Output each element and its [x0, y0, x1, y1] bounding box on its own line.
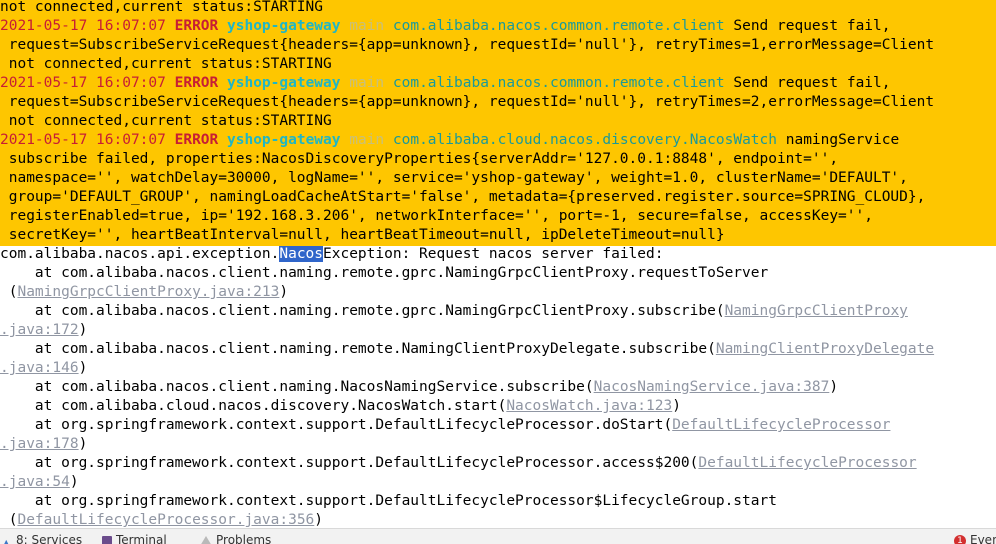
log-text: secretKey='', heartBeatInterval=null, he…: [0, 227, 725, 243]
log-line: secretKey='', heartBeatInterval=null, he…: [0, 226, 996, 245]
stack-frame-cont: .java:54): [0, 473, 996, 492]
stack-text: ): [279, 284, 288, 300]
log-text: subscribe failed, properties:NacosDiscov…: [0, 151, 838, 167]
log-text: not connected,current status:STARTING: [0, 113, 332, 129]
stack-text: ): [79, 322, 88, 338]
source-link[interactable]: .java:146: [0, 360, 79, 376]
log-level: ERROR: [175, 132, 219, 148]
log-message: namingService: [777, 132, 899, 148]
exception-text: Exception: Request nacos server failed:: [323, 246, 663, 262]
exception-line: com.alibaba.nacos.api.exception.NacosExc…: [0, 245, 996, 264]
log-entry-3: 2021-05-17 16:07:07 ERROR yshop-gateway …: [0, 131, 996, 150]
log-thread: main: [349, 132, 384, 148]
stack-frame: at org.springframework.context.support.D…: [0, 492, 996, 511]
source-link[interactable]: DefaultLifecycleProcessor: [698, 455, 916, 471]
stack-text: ): [829, 379, 838, 395]
source-link[interactable]: NamingGrpcClientProxy.java:213: [17, 284, 279, 300]
stack-text: ): [314, 512, 323, 528]
stack-frame: at org.springframework.context.support.D…: [0, 454, 996, 473]
stack-text: ): [70, 474, 79, 490]
source-link[interactable]: .java:54: [0, 474, 70, 490]
log-thread: main: [349, 75, 384, 91]
log-timestamp: 2021-05-17 16:07:07: [0, 18, 166, 34]
source-link[interactable]: NacosWatch.java:123: [506, 398, 672, 414]
services-label: 8: Services: [16, 533, 82, 544]
stack-frame: at com.alibaba.cloud.nacos.discovery.Nac…: [0, 397, 996, 416]
problems-label: Problems: [216, 533, 271, 544]
log-line: not connected,current status:STARTING: [0, 112, 996, 131]
log-timestamp: 2021-05-17 16:07:07: [0, 132, 166, 148]
stack-text: at com.alibaba.nacos.client.naming.remot…: [0, 303, 725, 319]
log-line: not connected,current status:STARTING: [0, 55, 996, 74]
source-link[interactable]: DefaultLifecycleProcessor.java:356: [17, 512, 314, 528]
log-logger: com.alibaba.nacos.common.remote.client: [393, 18, 725, 34]
stack-frame: at com.alibaba.nacos.client.naming.remot…: [0, 302, 996, 321]
tool-window-bar: ▲ 8: Services Terminal Problems 1 Even: [0, 528, 996, 544]
source-link[interactable]: DefaultLifecycleProcessor: [672, 417, 890, 433]
stack-frame-cont: .java:146): [0, 359, 996, 378]
log-text: registerEnabled=true, ip='192.168.3.206'…: [0, 208, 873, 224]
log-level: ERROR: [175, 18, 219, 34]
run-console[interactable]: not connected,current status:STARTING 20…: [0, 0, 996, 528]
log-line: subscribe failed, properties:NacosDiscov…: [0, 150, 996, 169]
stack-frame: at com.alibaba.nacos.client.naming.Nacos…: [0, 378, 996, 397]
log-text: request=SubscribeServiceRequest{headers=…: [0, 37, 934, 53]
log-logger: com.alibaba.nacos.common.remote.client: [393, 75, 725, 91]
stack-text: at org.springframework.context.support.D…: [0, 455, 698, 471]
stack-text: (: [0, 284, 17, 300]
log-message: Send request fail,: [725, 18, 891, 34]
services-tab[interactable]: ▲ 8: Services: [2, 533, 82, 544]
log-line: request=SubscribeServiceRequest{headers=…: [0, 36, 996, 55]
stack-text: ): [672, 398, 681, 414]
log-entry-2: 2021-05-17 16:07:07 ERROR yshop-gateway …: [0, 74, 996, 93]
stack-text: at com.alibaba.nacos.client.naming.remot…: [0, 341, 716, 357]
log-line: request=SubscribeServiceRequest{headers=…: [0, 93, 996, 112]
log-text: not connected,current status:STARTING: [0, 56, 332, 72]
log-level: ERROR: [175, 75, 219, 91]
log-thread: main: [349, 18, 384, 34]
stack-frame-cont: .java:172): [0, 321, 996, 340]
log-text: request=SubscribeServiceRequest{headers=…: [0, 94, 934, 110]
stack-text: at com.alibaba.nacos.client.naming.remot…: [0, 265, 768, 281]
stack-text: at org.springframework.context.support.D…: [0, 493, 777, 509]
log-text: group='DEFAULT_GROUP', namingLoadCacheAt…: [0, 189, 925, 205]
source-link[interactable]: .java:178: [0, 436, 79, 452]
stack-text: at org.springframework.context.support.D…: [0, 417, 672, 433]
log-logger: com.alibaba.cloud.nacos.discovery.NacosW…: [393, 132, 777, 148]
log-timestamp: 2021-05-17 16:07:07: [0, 75, 166, 91]
stack-frame: at com.alibaba.nacos.client.naming.remot…: [0, 340, 996, 359]
log-app-name: yshop-gateway: [227, 132, 341, 148]
stack-text: at com.alibaba.cloud.nacos.discovery.Nac…: [0, 398, 506, 414]
log-line: registerEnabled=true, ip='192.168.3.206'…: [0, 207, 996, 226]
source-link[interactable]: NamingGrpcClientProxy: [725, 303, 908, 319]
stack-text: at com.alibaba.nacos.client.naming.Nacos…: [0, 379, 594, 395]
terminal-label: Terminal: [116, 533, 167, 544]
log-app-name: yshop-gateway: [227, 75, 341, 91]
source-link[interactable]: NamingClientProxyDelegate: [716, 341, 934, 357]
source-link[interactable]: .java:172: [0, 322, 79, 338]
log-line: group='DEFAULT_GROUP', namingLoadCacheAt…: [0, 188, 996, 207]
event-log-label: Even: [970, 533, 996, 544]
log-line: namespace='', watchDelay=30000, logName=…: [0, 169, 996, 188]
event-log-tab[interactable]: 1 Even: [954, 533, 996, 544]
log-app-name: yshop-gateway: [227, 18, 341, 34]
stack-text: (: [0, 512, 17, 528]
source-link[interactable]: NacosNamingService.java:387: [594, 379, 830, 395]
log-line: not connected,current status:STARTING: [0, 0, 996, 17]
stack-text: ): [79, 436, 88, 452]
log-entry-1: 2021-05-17 16:07:07 ERROR yshop-gateway …: [0, 17, 996, 36]
log-message: Send request fail,: [725, 75, 891, 91]
stack-text: ): [79, 360, 88, 376]
stack-frame: at org.springframework.context.support.D…: [0, 416, 996, 435]
stack-frame-cont: .java:178): [0, 435, 996, 454]
selected-text[interactable]: Nacos: [279, 246, 323, 262]
stack-frame: at com.alibaba.nacos.client.naming.remot…: [0, 264, 996, 283]
log-text: not connected,current status:STARTING: [0, 0, 323, 15]
log-text: namespace='', watchDelay=30000, logName=…: [0, 170, 908, 186]
stack-frame-cont: (DefaultLifecycleProcessor.java:356): [0, 511, 996, 528]
exception-text: com.alibaba.nacos.api.exception.: [0, 246, 279, 262]
terminal-tab[interactable]: Terminal: [102, 533, 167, 544]
stack-frame-cont: (NamingGrpcClientProxy.java:213): [0, 283, 996, 302]
problems-tab[interactable]: Problems: [200, 533, 271, 544]
